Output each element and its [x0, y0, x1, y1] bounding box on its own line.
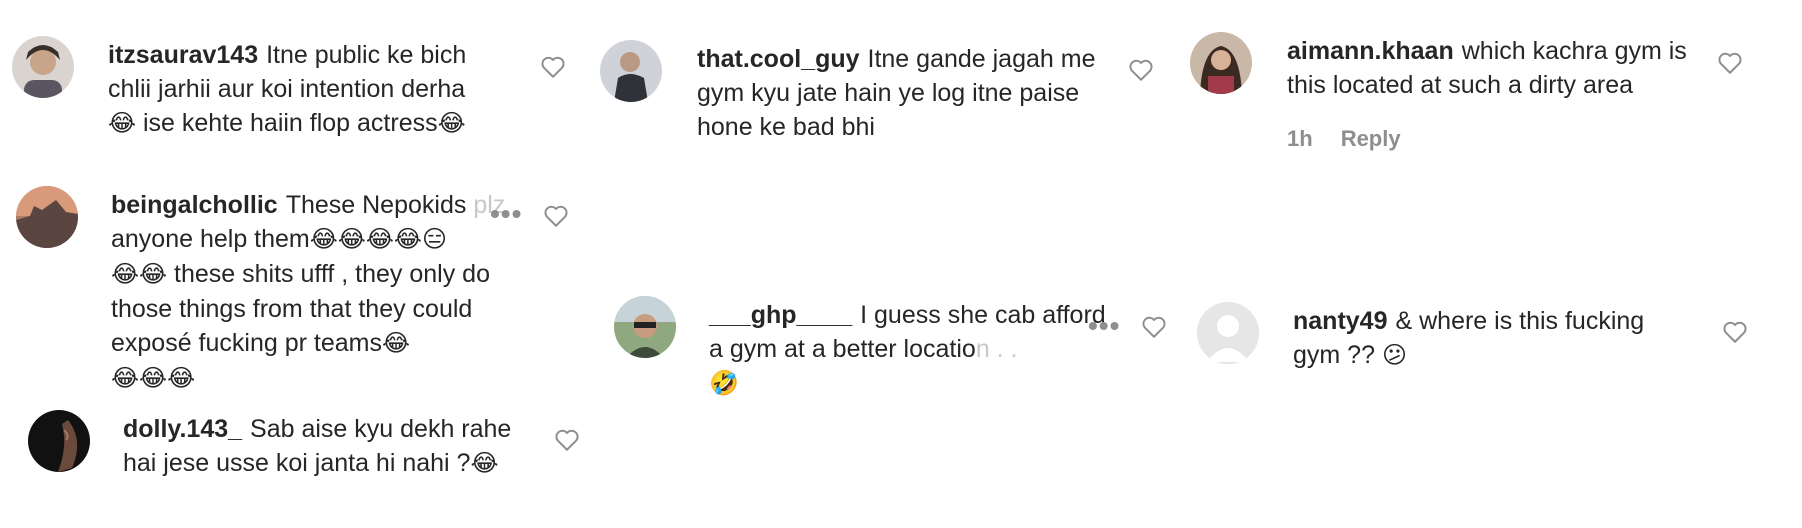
comment-username[interactable]: aimann.khaan	[1287, 37, 1454, 65]
comment-username[interactable]: ___ghp____	[709, 301, 852, 329]
emoji: 🤣	[709, 370, 739, 397]
emoji: 😂	[470, 450, 499, 477]
comment-body: itzsaurav143 Itne public ke bich chlii ja…	[108, 38, 508, 141]
comment-body: beingalchollic These Nepokids plz anyone …	[111, 188, 511, 396]
avatar[interactable]	[28, 410, 90, 472]
heart-outline-icon[interactable]	[1717, 51, 1743, 75]
heart-outline-icon[interactable]	[1128, 58, 1154, 82]
more-options-icon[interactable]: •••	[1088, 312, 1120, 340]
heart-outline-icon[interactable]	[543, 204, 569, 228]
emoji-group: 😂😂	[111, 261, 168, 288]
avatar[interactable]	[1190, 32, 1252, 94]
comment-text-cont: anyone help them	[111, 225, 310, 253]
comment-time: 1h	[1287, 126, 1313, 151]
emoji: 😂	[108, 110, 137, 137]
comment-username[interactable]: itzsaurav143	[108, 41, 258, 69]
comment-body: nanty49 & where is this fucking gym ?? 😕	[1293, 304, 1693, 373]
comment-username[interactable]: dolly.143_	[123, 415, 242, 443]
heart-outline-icon[interactable]	[1722, 320, 1748, 344]
comment-body: ___ghp____ I guess she cab afford a gym a…	[709, 298, 1109, 401]
comment-text: These Nepokids	[285, 191, 467, 219]
emoji-group: 😂😂😂😂😑	[309, 226, 447, 253]
avatar[interactable]	[1197, 302, 1259, 364]
more-options-icon[interactable]: •••	[490, 200, 522, 228]
comment-meta: 1h Reply	[1287, 126, 1429, 152]
reply-button[interactable]: Reply	[1341, 126, 1401, 151]
avatar[interactable]	[12, 36, 74, 98]
heart-outline-icon[interactable]	[1141, 315, 1167, 339]
emoji: 😕	[1381, 342, 1407, 369]
heart-outline-icon[interactable]	[554, 428, 580, 452]
avatar[interactable]	[614, 296, 676, 358]
comment-body: dolly.143_ Sab aise kyu dekh rahe hai jes…	[123, 412, 523, 481]
comment-body: aimann.khaan which kachra gym is this loc…	[1287, 34, 1687, 102]
comment-username[interactable]: beingalchollic	[111, 191, 278, 219]
avatar[interactable]	[600, 40, 662, 102]
comment-body: that.cool_guy Itne gande jagah me gym kyu…	[697, 42, 1097, 144]
comment-username[interactable]: that.cool_guy	[697, 45, 860, 73]
avatar[interactable]	[16, 186, 78, 248]
emoji-group: 😂😂😂	[111, 365, 196, 392]
comment-text-cont: these shits ufff , they only do those th…	[111, 260, 490, 357]
heart-outline-icon[interactable]	[540, 55, 566, 79]
comment-username[interactable]: nanty49	[1293, 307, 1387, 335]
comment-text-faded: n . .	[975, 335, 1018, 363]
comment-text-cont: ise kehte haiin flop actress	[143, 109, 438, 137]
emoji: 😂	[381, 330, 411, 357]
emoji: 😂	[437, 110, 466, 137]
